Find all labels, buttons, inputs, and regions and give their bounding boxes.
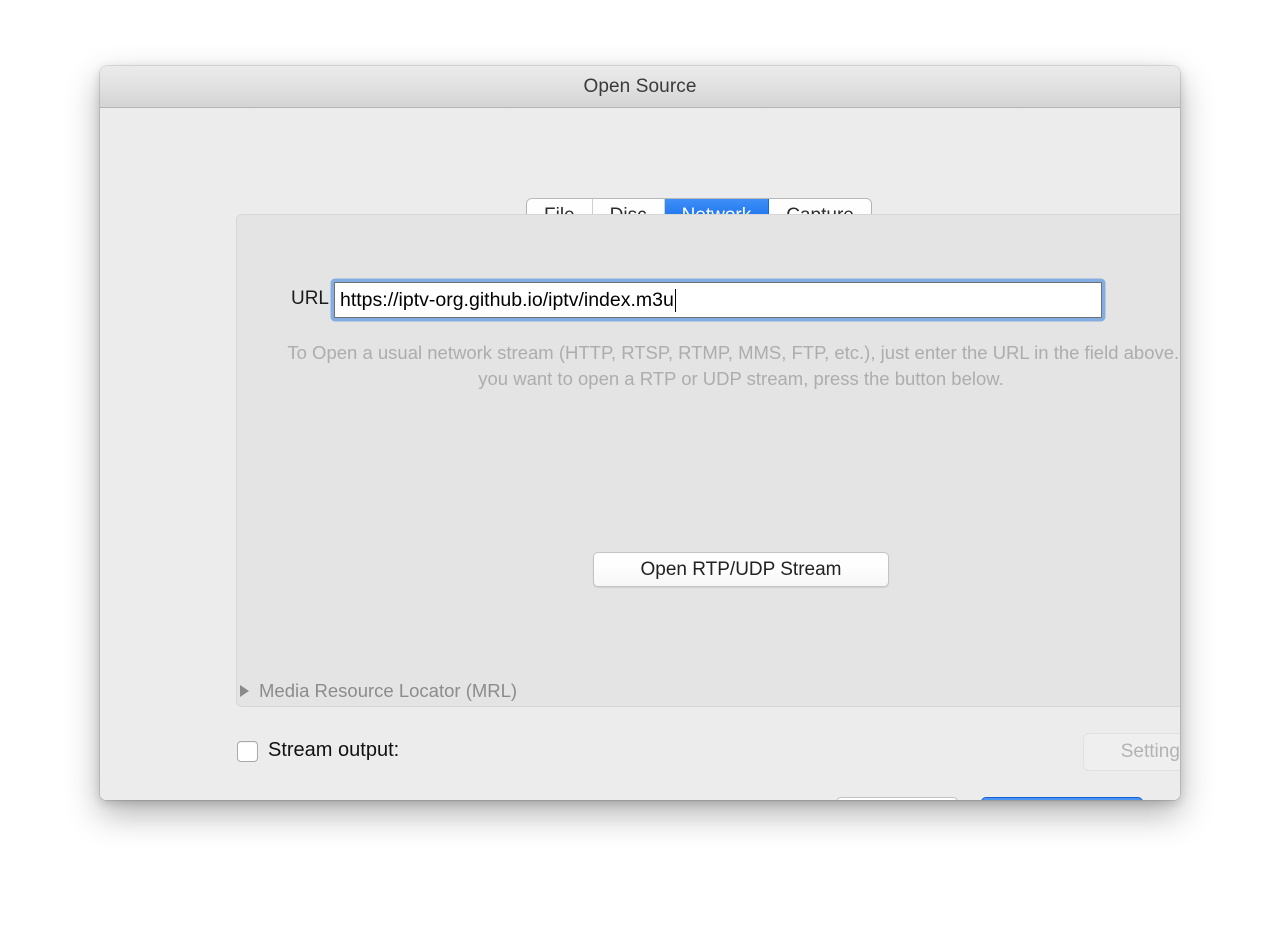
mrl-disclosure-row[interactable]: Media Resource Locator (MRL) — [240, 679, 517, 703]
url-row: URL https://iptv-org.github.io/iptv/inde… — [237, 279, 1180, 321]
url-label: URL — [290, 288, 329, 309]
stream-output-checkbox[interactable] — [237, 741, 258, 762]
network-tab-panel: URL https://iptv-org.github.io/iptv/inde… — [236, 214, 1180, 707]
open-rtp-udp-stream-button[interactable]: Open RTP/UDP Stream — [593, 552, 889, 587]
stream-output-label: Stream output: — [268, 739, 400, 761]
url-input-focus-ring: https://iptv-org.github.io/iptv/index.m3… — [331, 279, 1105, 321]
dialog-action-buttons: Cancel Open — [836, 797, 1143, 800]
dialog-title: Open Source — [583, 76, 697, 97]
dialog-titlebar: Open Source — [100, 66, 1180, 108]
stream-output-settings-button: Settings... — [1083, 733, 1180, 771]
stream-output-row: Stream output: Settings... — [237, 733, 1180, 771]
open-source-dialog: Open Source File Disc Network Capture UR… — [100, 66, 1180, 800]
text-caret — [674, 288, 677, 312]
network-help-text: To Open a usual network stream (HTTP, RT… — [287, 342, 1180, 389]
disclosure-triangle-collapsed-icon[interactable] — [240, 685, 249, 697]
open-button[interactable]: Open — [981, 797, 1143, 800]
url-input[interactable]: https://iptv-org.github.io/iptv/index.m3… — [334, 282, 1102, 318]
cancel-button[interactable]: Cancel — [836, 797, 958, 800]
url-input-value: https://iptv-org.github.io/iptv/index.m3… — [340, 288, 674, 311]
dialog-body: File Disc Network Capture URL https://ip… — [100, 109, 1180, 800]
mrl-label: Media Resource Locator (MRL) — [259, 680, 518, 701]
